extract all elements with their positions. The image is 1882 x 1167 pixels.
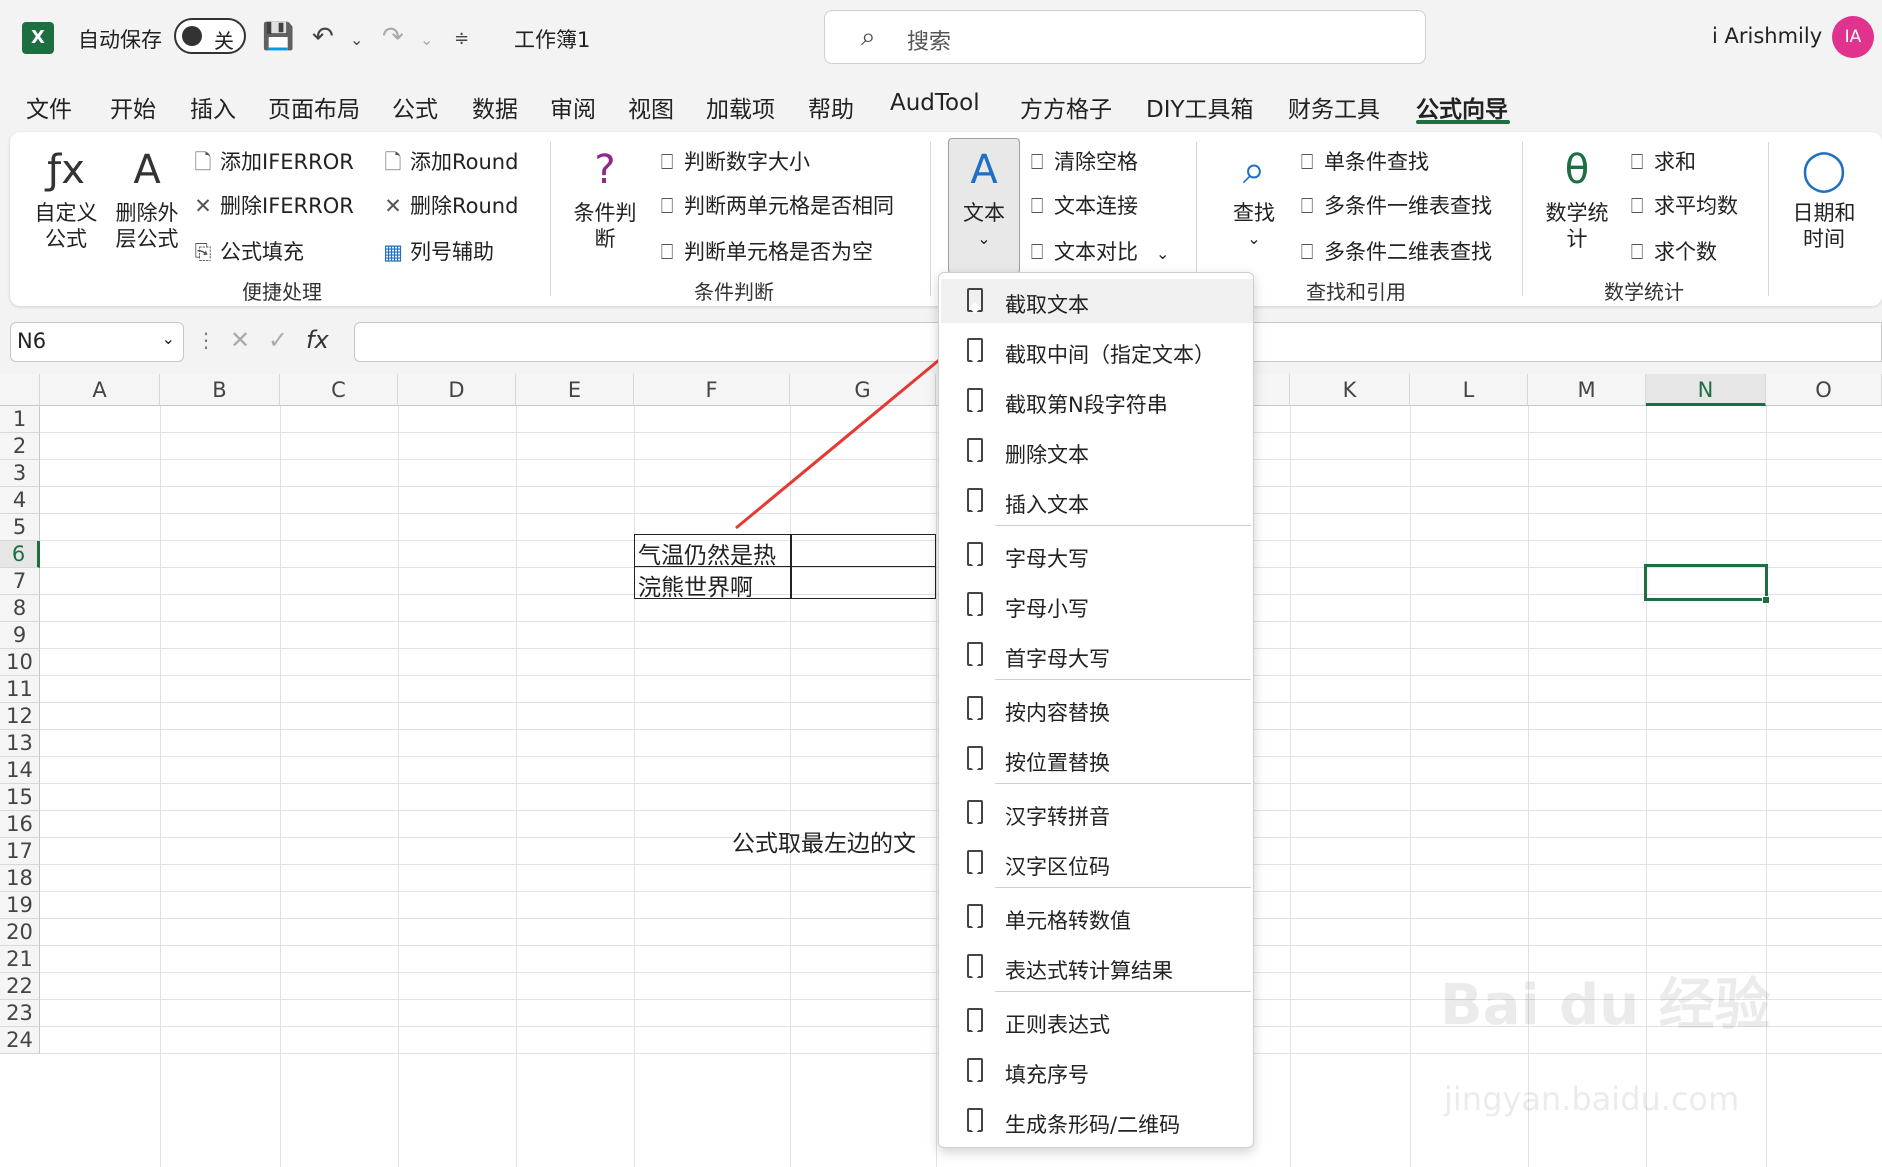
menu-item-eval-expression[interactable]: 表达式转计算结果 (941, 945, 1253, 989)
menu-separator (995, 525, 1251, 526)
bookmark-icon (967, 1008, 983, 1032)
bookmark-icon (967, 904, 983, 928)
menu-separator (995, 991, 1251, 992)
menu-item-replace-position[interactable]: 按位置替换 (941, 737, 1253, 781)
menu-separator (995, 679, 1251, 680)
bookmark-icon (967, 438, 983, 462)
menu-separator (995, 887, 1251, 888)
menu-item-label: 首字母大写 (1005, 647, 1110, 671)
bookmark-icon (967, 338, 983, 362)
menu-item-regex[interactable]: 正则表达式 (941, 999, 1253, 1043)
bookmark-icon (967, 850, 983, 874)
menu-item-label: 字母大写 (1005, 547, 1089, 571)
menu-item-area-code[interactable]: 汉字区位码 (941, 841, 1253, 885)
menu-item-label: 截取文本 (1005, 293, 1089, 317)
menu-item-to-number[interactable]: 单元格转数值 (941, 895, 1253, 939)
bookmark-icon (967, 488, 983, 512)
menu-item-label: 汉字转拼音 (1005, 805, 1110, 829)
menu-item-label: 字母小写 (1005, 597, 1089, 621)
bookmark-icon (967, 954, 983, 978)
menu-item-fill-sequence[interactable]: 填充序号 (941, 1049, 1253, 1093)
bookmark-icon (967, 800, 983, 824)
text-dropdown-menu: 截取文本 截取中间（指定文本） 截取第N段字符串 删除文本 插入文本 字母大写 … (938, 272, 1254, 1148)
menu-item-replace-content[interactable]: 按内容替换 (941, 687, 1253, 731)
menu-item-label: 按内容替换 (1005, 701, 1110, 725)
bookmark-icon (967, 1058, 983, 1082)
menu-item-label: 正则表达式 (1005, 1013, 1110, 1037)
menu-item-label: 删除文本 (1005, 443, 1089, 467)
menu-item-label: 生成条形码/二维码 (1005, 1113, 1181, 1137)
menu-item-label: 按位置替换 (1005, 751, 1110, 775)
bookmark-icon (967, 388, 983, 412)
menu-item-uppercase[interactable]: 字母大写 (941, 533, 1253, 577)
menu-item-label: 截取中间（指定文本） (1005, 343, 1215, 367)
menu-item-lowercase[interactable]: 字母小写 (941, 583, 1253, 627)
menu-item-pinyin[interactable]: 汉字转拼音 (941, 791, 1253, 835)
bookmark-icon (967, 288, 983, 312)
bookmark-icon (967, 642, 983, 666)
bookmark-icon (967, 542, 983, 566)
menu-item-barcode[interactable]: 生成条形码/二维码 (941, 1099, 1253, 1143)
menu-item-label: 插入文本 (1005, 493, 1089, 517)
watermark: Bai du 经验 (1440, 973, 1771, 1038)
watermark-url: jingyan.baidu.com (1444, 1080, 1740, 1118)
bookmark-icon (967, 1108, 983, 1132)
bookmark-icon (967, 696, 983, 720)
menu-item-label: 单元格转数值 (1005, 909, 1131, 933)
menu-item-label: 表达式转计算结果 (1005, 959, 1173, 983)
menu-item-insert-text[interactable]: 插入文本 (941, 479, 1253, 523)
menu-item-extract-text[interactable]: 截取文本 (941, 279, 1253, 323)
menu-item-delete-text[interactable]: 删除文本 (941, 429, 1253, 473)
menu-separator (995, 783, 1251, 784)
menu-item-extract-middle[interactable]: 截取中间（指定文本） (941, 329, 1253, 373)
menu-item-label: 汉字区位码 (1005, 855, 1110, 879)
menu-item-capitalize[interactable]: 首字母大写 (941, 633, 1253, 677)
menu-item-label: 截取第N段字符串 (1005, 393, 1168, 417)
menu-item-label: 填充序号 (1005, 1063, 1089, 1087)
bookmark-icon (967, 592, 983, 616)
menu-item-extract-nth[interactable]: 截取第N段字符串 (941, 379, 1253, 423)
bookmark-icon (967, 746, 983, 770)
